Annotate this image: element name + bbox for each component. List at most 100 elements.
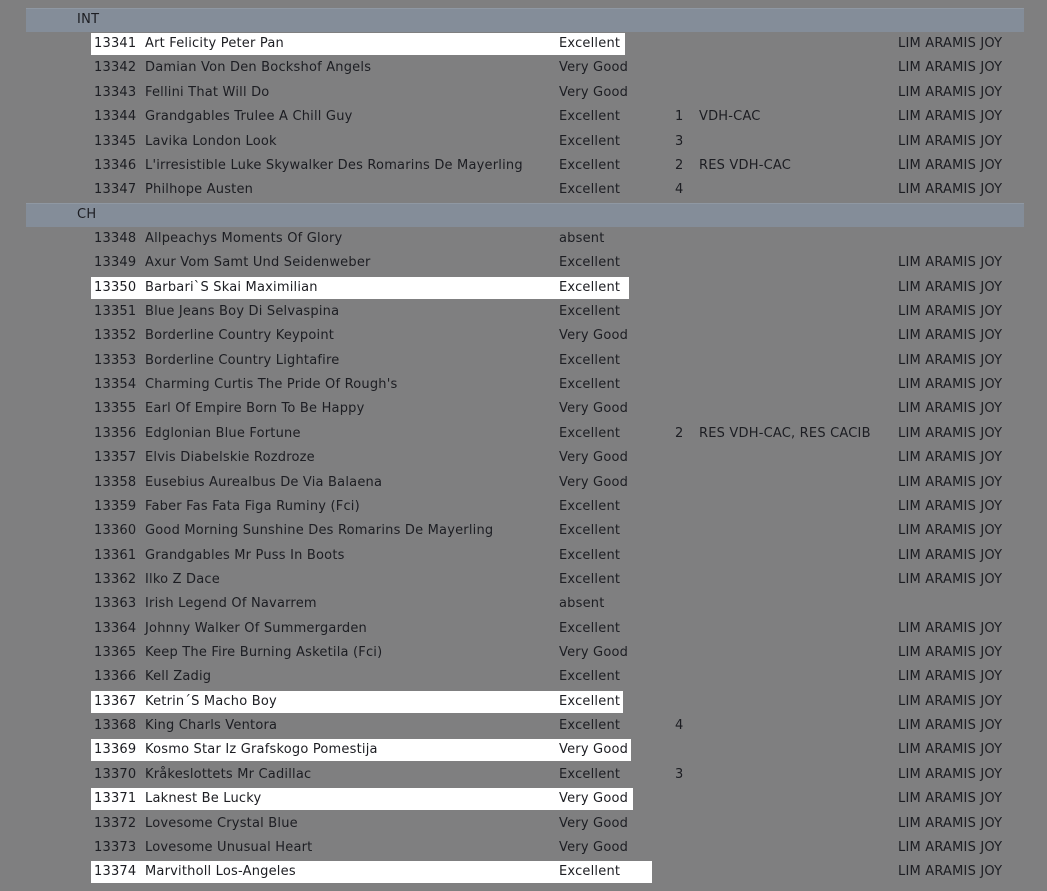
judge-name: LIM ARAMIS JOY xyxy=(898,864,1003,879)
entry-number: 13360 xyxy=(94,523,137,538)
grade: Excellent xyxy=(559,864,621,879)
table-row[interactable]: 13365 Keep The Fire Burning Asketila (Fci… xyxy=(0,642,1047,666)
entry-number: 13355 xyxy=(94,401,137,416)
entry-number: 13350 xyxy=(94,280,137,295)
table-row[interactable]: 13371 Laknest Be Lucky Very Good LIM ARAMIS… xyxy=(0,788,1047,812)
grade: Excellent xyxy=(559,718,621,733)
grade: Very Good xyxy=(559,450,629,465)
table-row[interactable]: 13349 Axur Vom Samt Und Seidenweber Excell… xyxy=(0,252,1047,276)
dog-name: Charming Curtis The Pride Of Rough's xyxy=(145,377,398,392)
dog-name: Laknest Be Lucky xyxy=(145,791,262,806)
dog-name: Ilko Z Dace xyxy=(145,572,220,587)
dog-name: Edglonian Blue Fortune xyxy=(145,426,301,441)
table-row[interactable]: 13370 Kråkeslottets Mr Cadillac Excellent 3… xyxy=(0,764,1047,788)
entry-number: 13367 xyxy=(94,694,137,709)
table-row[interactable]: 13352 Borderline Country Keypoint Very Goo… xyxy=(0,325,1047,349)
table-row[interactable]: 13363 Irish Legend Of Navarrem absent xyxy=(0,593,1047,617)
dog-name: Marvitholl Los-Angeles xyxy=(145,864,296,879)
entry-number: 13368 xyxy=(94,718,137,733)
placement: 3 xyxy=(675,767,684,782)
table-row[interactable]: 13361 Grandgables Mr Puss In Boots Excelle… xyxy=(0,545,1047,569)
entry-number: 13373 xyxy=(94,840,137,855)
entry-number: 13353 xyxy=(94,353,137,368)
judge-name: LIM ARAMIS JOY xyxy=(898,255,1003,270)
judge-name: LIM ARAMIS JOY xyxy=(898,182,1003,197)
dog-name: Fellini That Will Do xyxy=(145,85,270,100)
table-row[interactable]: 13345 Lavika London Look Excellent 3 LIM ARA… xyxy=(0,131,1047,155)
dog-name: Philhope Austen xyxy=(145,182,254,197)
dog-name: Earl Of Empire Born To Be Happy xyxy=(145,401,365,416)
grade: Excellent xyxy=(559,134,621,149)
table-row[interactable]: 13342 Damian Von Den Bockshof Angels Very … xyxy=(0,57,1047,81)
table-row[interactable]: 13374 Marvitholl Los-Angeles Excellent LIM … xyxy=(0,861,1047,885)
entry-number: 13357 xyxy=(94,450,137,465)
grade: Excellent xyxy=(559,621,621,636)
table-row[interactable]: 13344 Grandgables Trulee A Chill Guy Excel… xyxy=(0,106,1047,130)
table-row[interactable]: 13341 Art Felicity Peter Pan Excellent LIM … xyxy=(0,33,1047,57)
judge-name: LIM ARAMIS JOY xyxy=(898,669,1003,684)
dog-name: Eusebius Aurealbus De Via Balaena xyxy=(145,475,383,490)
judge-name: LIM ARAMIS JOY xyxy=(898,694,1003,709)
table-row[interactable]: 13359 Faber Fas Fata Figa Ruminy (Fci) Exc… xyxy=(0,496,1047,520)
table-row[interactable]: 13346 L'irresistible Luke Skywalker Des R… xyxy=(0,155,1047,179)
dog-name: Kell Zadig xyxy=(145,669,212,684)
dog-name: Grandgables Mr Puss In Boots xyxy=(145,548,345,563)
table-row[interactable]: 13351 Blue Jeans Boy Di Selvaspina Excelle… xyxy=(0,301,1047,325)
table-row[interactable]: 13367 Ketrin´S Macho Boy Excellent LIM ARAM… xyxy=(0,691,1047,715)
placement: 1 xyxy=(675,109,684,124)
dog-name: Elvis Diabelskie Rozdroze xyxy=(145,450,315,465)
table-row[interactable]: 13368 King Charls Ventora Excellent 4 LIM AR… xyxy=(0,715,1047,739)
table-row[interactable]: 13364 Johnny Walker Of Summergarden Excell… xyxy=(0,618,1047,642)
entry-number: 13341 xyxy=(94,36,137,51)
table-row[interactable]: 13369 Kosmo Star Iz Grafskogo Pomestija Ve… xyxy=(0,739,1047,763)
group-label: INT xyxy=(77,12,100,27)
table-row[interactable]: 13360 Good Morning Sunshine Des Romarins … xyxy=(0,520,1047,544)
grade: Excellent xyxy=(559,499,621,514)
dog-name: Art Felicity Peter Pan xyxy=(145,36,284,51)
entry-number: 13374 xyxy=(94,864,137,879)
judge-name: LIM ARAMIS JOY xyxy=(898,742,1003,757)
table-row[interactable]: 13343 Fellini That Will Do Very Good LIM AR… xyxy=(0,82,1047,106)
dog-name: Irish Legend Of Navarrem xyxy=(145,596,317,611)
entry-number: 13371 xyxy=(94,791,137,806)
placement: 2 xyxy=(675,158,684,173)
judge-name: LIM ARAMIS JOY xyxy=(898,791,1003,806)
table-row[interactable]: 13357 Elvis Diabelskie Rozdroze Very Good L… xyxy=(0,447,1047,471)
entry-number: 13342 xyxy=(94,60,137,75)
judge-name: LIM ARAMIS JOY xyxy=(898,401,1003,416)
judge-name: LIM ARAMIS JOY xyxy=(898,645,1003,660)
table-row[interactable]: 13353 Borderline Country Lightafire Excell… xyxy=(0,350,1047,374)
table-row[interactable]: 13356 Edglonian Blue Fortune Excellent 2 RES… xyxy=(0,423,1047,447)
table-row[interactable]: 13358 Eusebius Aurealbus De Via Balaena Ve… xyxy=(0,472,1047,496)
judge-name: LIM ARAMIS JOY xyxy=(898,328,1003,343)
group-header-0: INT xyxy=(26,8,1024,32)
table-row[interactable]: 13347 Philhope Austen Excellent 4 LIM ARAMIS… xyxy=(0,179,1047,203)
table-row[interactable]: 13348 Allpeachys Moments Of Glory absent xyxy=(0,228,1047,252)
grade: Excellent xyxy=(559,572,621,587)
table-row[interactable]: 13350 Barbari`S Skai Maximilian Excellent L… xyxy=(0,277,1047,301)
award: RES VDH-CAC, RES CACIB xyxy=(699,426,871,441)
judge-name: LIM ARAMIS JOY xyxy=(898,767,1003,782)
dog-name: Barbari`S Skai Maximilian xyxy=(145,280,318,295)
dog-name: Johnny Walker Of Summergarden xyxy=(145,621,367,636)
table-row[interactable]: 13354 Charming Curtis The Pride Of Rough'… xyxy=(0,374,1047,398)
dog-name: Lovesome Crystal Blue xyxy=(145,816,298,831)
table-row[interactable]: 13355 Earl Of Empire Born To Be Happy Very… xyxy=(0,398,1047,422)
table-row[interactable]: 13362 Ilko Z Dace Excellent LIM ARAMIS JOY xyxy=(0,569,1047,593)
grade: Very Good xyxy=(559,328,629,343)
grade: Very Good xyxy=(559,645,629,660)
dog-name: Lovesome Unusual Heart xyxy=(145,840,313,855)
entry-number: 13370 xyxy=(94,767,137,782)
dog-name: Kosmo Star Iz Grafskogo Pomestija xyxy=(145,742,378,757)
judge-name: LIM ARAMIS JOY xyxy=(898,450,1003,465)
grade: Very Good xyxy=(559,401,629,416)
entry-number: 13347 xyxy=(94,182,137,197)
table-row[interactable]: 13373 Lovesome Unusual Heart Very Good LIM … xyxy=(0,837,1047,861)
table-row[interactable]: 13366 Kell Zadig Excellent LIM ARAMIS JOY xyxy=(0,666,1047,690)
judge-name: LIM ARAMIS JOY xyxy=(898,523,1003,538)
judge-name: LIM ARAMIS JOY xyxy=(898,621,1003,636)
entry-number: 13366 xyxy=(94,669,137,684)
judge-name: LIM ARAMIS JOY xyxy=(898,840,1003,855)
table-row[interactable]: 13372 Lovesome Crystal Blue Very Good LIM A… xyxy=(0,813,1047,837)
grade: Excellent xyxy=(559,694,621,709)
